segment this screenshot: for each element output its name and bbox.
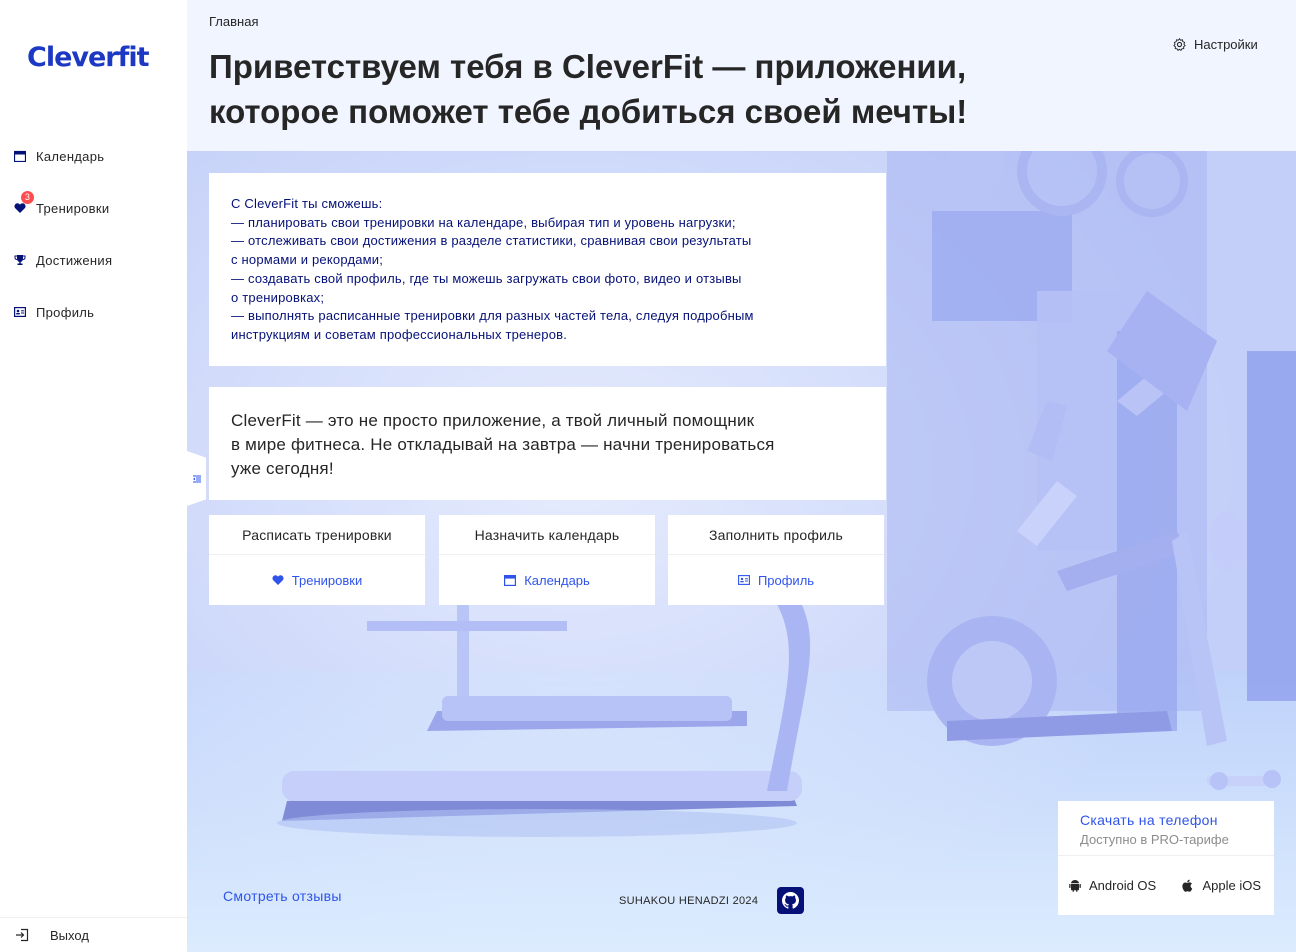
action-card-workouts: Расписать тренировки Тренировки [209, 515, 425, 605]
action-card-profile: Заполнить профиль Профиль [668, 515, 884, 605]
download-subtitle: Доступно в PRO-тарифе [1080, 832, 1229, 847]
sidebar-item-workouts[interactable]: 3 Тренировки [0, 182, 187, 234]
logout-button[interactable]: Выход [0, 917, 187, 952]
breadcrumb[interactable]: Главная [209, 14, 258, 29]
download-header: Скачать на телефон Доступно в PRO-тарифе [1058, 801, 1274, 856]
copyright-text: SUHAKOU HENADZI 2024 [619, 895, 759, 907]
sidebar-nav: Календарь 3 Тренировки Достижения Профил… [0, 130, 187, 338]
main-content: С CleverFit ты сможешь: — планировать св… [187, 151, 1296, 952]
sidebar-item-label: Профиль [36, 304, 95, 320]
menu-fold-icon [192, 474, 202, 484]
ios-download-button[interactable]: Apple iOS [1182, 878, 1261, 893]
sidebar-item-calendar[interactable]: Календарь [0, 130, 187, 182]
calendar-icon [504, 574, 517, 586]
heart-icon [272, 574, 284, 586]
download-title: Скачать на телефон [1080, 812, 1218, 828]
logout-icon [15, 928, 29, 942]
calendar-link-button[interactable]: Календарь [439, 555, 655, 605]
action-title: Назначить календарь [439, 515, 655, 555]
calendar-icon [13, 149, 27, 163]
action-link-label: Календарь [524, 572, 590, 588]
sidebar-item-achievements[interactable]: Достижения [0, 234, 187, 286]
sidebar-item-label: Тренировки [36, 200, 110, 216]
profile-link-button[interactable]: Профиль [668, 555, 884, 605]
trophy-icon [13, 253, 27, 267]
view-reviews-link[interactable]: Смотреть отзывы [223, 888, 342, 904]
sidebar-item-label: Календарь [36, 148, 105, 164]
app-logo[interactable]: Cleverfit [27, 42, 150, 73]
workouts-link-button[interactable]: Тренировки [209, 555, 425, 605]
page-title: Приветствуем тебя в CleverFit — приложен… [209, 48, 968, 130]
ios-label: Apple iOS [1202, 877, 1261, 893]
idcard-icon [737, 574, 750, 586]
android-icon [1069, 879, 1082, 892]
action-link-label: Профиль [757, 572, 815, 588]
features-text: С CleverFit ты сможешь: — планировать св… [231, 196, 754, 342]
motto-text: CleverFit — это не просто приложение, а … [231, 411, 775, 478]
action-title: Заполнить профиль [668, 515, 884, 555]
settings-label: Настройки [1194, 37, 1258, 52]
sidebar-item-profile[interactable]: Профиль [0, 286, 187, 338]
idcard-icon [13, 305, 27, 319]
settings-button[interactable]: Настройки [1173, 37, 1258, 52]
motto-card: CleverFit — это не просто приложение, а … [209, 387, 886, 500]
sidebar-item-label: Достижения [36, 252, 113, 268]
android-label: Android OS [1089, 877, 1157, 893]
sidebar: Cleverfit Календарь 3 Тренировки Достиже… [0, 0, 187, 952]
action-title: Расписать тренировки [209, 515, 425, 555]
features-card: С CleverFit ты сможешь: — планировать св… [209, 173, 886, 366]
page-header: Главная Приветствуем тебя в CleverFit — … [187, 0, 1296, 151]
action-link-label: Тренировки [291, 572, 363, 588]
apple-icon [1182, 879, 1195, 892]
sidebar-collapse-button[interactable] [187, 451, 206, 506]
android-download-button[interactable]: Android OS [1069, 878, 1156, 893]
download-card: Скачать на телефон Доступно в PRO-тарифе… [1058, 801, 1274, 915]
download-buttons: Android OS Apple iOS [1058, 856, 1274, 914]
github-icon[interactable] [777, 887, 804, 914]
gear-icon [1173, 37, 1187, 52]
logout-label: Выход [50, 927, 89, 943]
notification-badge: 3 [21, 191, 34, 204]
action-card-calendar: Назначить календарь Календарь [439, 515, 655, 605]
